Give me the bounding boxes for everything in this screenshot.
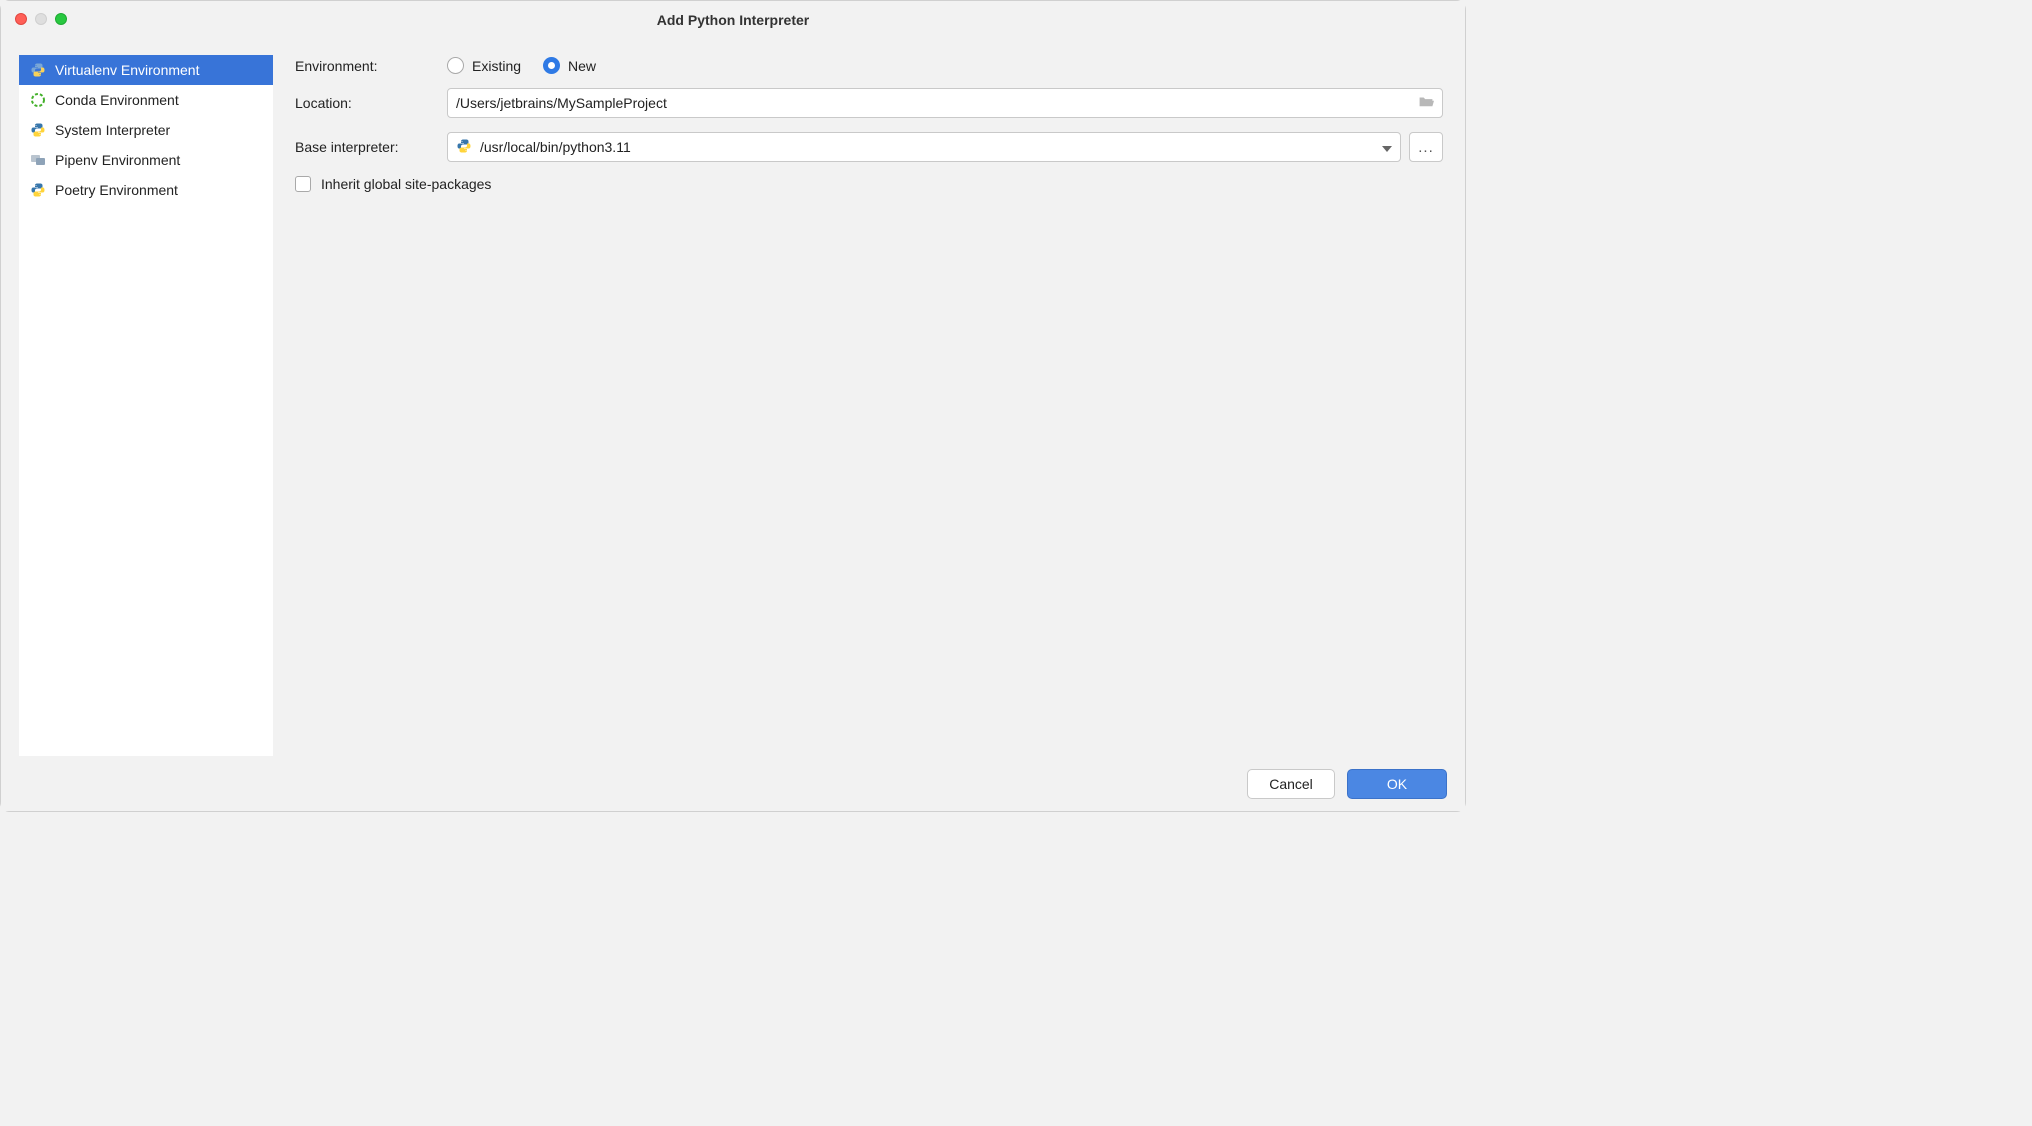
sidebar-item-virtualenv[interactable]: Virtualenv Environment <box>19 55 273 85</box>
titlebar: Add Python Interpreter <box>1 1 1465 39</box>
sidebar-item-label: Pipenv Environment <box>55 152 180 168</box>
radio-new[interactable]: New <box>543 57 596 74</box>
radio-icon <box>447 57 464 74</box>
location-input[interactable]: /Users/jetbrains/MySampleProject <box>447 88 1443 118</box>
python-icon <box>29 181 47 199</box>
radio-existing[interactable]: Existing <box>447 57 521 74</box>
interpreter-config-panel: Environment: Existing New Location: /Use… <box>273 39 1465 756</box>
sidebar-item-label: Poetry Environment <box>55 182 178 198</box>
window-maximize-button[interactable] <box>55 13 67 25</box>
button-label: OK <box>1387 776 1407 792</box>
sidebar-item-label: Conda Environment <box>55 92 179 108</box>
environment-radio-group: Existing New <box>447 57 596 74</box>
radio-label: Existing <box>472 58 521 74</box>
location-label: Location: <box>295 95 447 111</box>
sidebar-item-label: Virtualenv Environment <box>55 62 199 78</box>
base-interpreter-combobox[interactable]: /usr/local/bin/python3.11 <box>447 132 1401 162</box>
dialog-body: Virtualenv Environment Conda Environment… <box>1 39 1465 756</box>
base-interpreter-row: Base interpreter: /usr/local/bin/python3… <box>295 132 1443 162</box>
radio-label: New <box>568 58 596 74</box>
ok-button[interactable]: OK <box>1347 769 1447 799</box>
interpreter-type-sidebar: Virtualenv Environment Conda Environment… <box>19 55 273 756</box>
inherit-row[interactable]: Inherit global site-packages <box>295 176 1443 192</box>
inherit-label: Inherit global site-packages <box>321 176 491 192</box>
window-close-button[interactable] <box>15 13 27 25</box>
button-label: Cancel <box>1269 776 1313 792</box>
dialog-footer: Cancel OK <box>1 756 1465 811</box>
python-icon <box>29 61 47 79</box>
folder-open-icon[interactable] <box>1418 95 1434 112</box>
cancel-button[interactable]: Cancel <box>1247 769 1335 799</box>
window-minimize-button[interactable] <box>35 13 47 25</box>
sidebar-item-conda[interactable]: Conda Environment <box>19 85 273 115</box>
inherit-checkbox[interactable] <box>295 176 311 192</box>
location-value: /Users/jetbrains/MySampleProject <box>456 95 667 111</box>
python-icon <box>29 121 47 139</box>
radio-icon <box>543 57 560 74</box>
window-controls <box>15 13 67 25</box>
pipenv-icon <box>29 151 47 169</box>
environment-row: Environment: Existing New <box>295 57 1443 74</box>
environment-label: Environment: <box>295 58 447 74</box>
ellipsis-icon: ... <box>1418 139 1434 156</box>
base-interpreter-value: /usr/local/bin/python3.11 <box>480 139 631 155</box>
window-title: Add Python Interpreter <box>657 12 809 28</box>
sidebar-item-system[interactable]: System Interpreter <box>19 115 273 145</box>
sidebar-item-pipenv[interactable]: Pipenv Environment <box>19 145 273 175</box>
base-interpreter-label: Base interpreter: <box>295 139 447 155</box>
conda-icon <box>29 91 47 109</box>
location-row: Location: /Users/jetbrains/MySampleProje… <box>295 88 1443 118</box>
chevron-down-icon <box>1382 139 1392 155</box>
python-icon <box>456 138 472 157</box>
sidebar-item-poetry[interactable]: Poetry Environment <box>19 175 273 205</box>
sidebar-item-label: System Interpreter <box>55 122 170 138</box>
base-interpreter-browse-button[interactable]: ... <box>1409 132 1443 162</box>
